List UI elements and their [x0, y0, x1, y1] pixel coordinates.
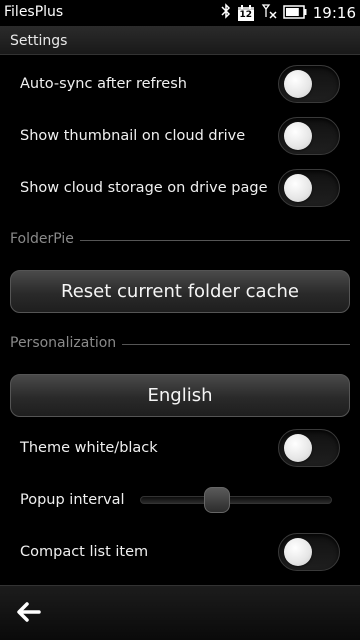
- slider-handle[interactable]: [203, 487, 230, 513]
- toggle-knob: [284, 434, 312, 462]
- theme-toggle[interactable]: [278, 429, 340, 467]
- setting-label: Theme white/black: [20, 440, 158, 456]
- clock: 19:16: [312, 4, 356, 22]
- section-header-folderpie: FolderPie: [10, 229, 350, 249]
- setting-row-compact[interactable]: Compact list item: [0, 527, 360, 577]
- setting-label: Compact list item: [20, 544, 149, 560]
- back-button[interactable]: [8, 596, 48, 632]
- toggle-knob: [284, 122, 312, 150]
- calendar-icon: 12: [237, 4, 255, 22]
- setting-label: Show cloud storage on drive page: [20, 180, 268, 196]
- toggle-knob: [284, 174, 312, 202]
- page-header: Settings: [0, 26, 360, 55]
- section-header-personalization: Personalization: [10, 333, 350, 353]
- compact-toggle[interactable]: [278, 533, 340, 571]
- page-title: Settings: [10, 33, 68, 49]
- bluetooth-icon: [221, 3, 231, 23]
- status-bar: FilesPlus 12 19:16: [0, 0, 360, 26]
- setting-row-thumbnail[interactable]: Show thumbnail on cloud drive: [0, 111, 360, 161]
- setting-label: Auto-sync after refresh: [20, 76, 187, 92]
- toggle-knob: [284, 538, 312, 566]
- battery-icon: [283, 4, 307, 23]
- calendar-day: 12: [239, 10, 253, 20]
- slider-track[interactable]: [140, 496, 332, 504]
- cloud-storage-toggle[interactable]: [278, 169, 340, 207]
- popup-interval-slider[interactable]: [140, 485, 332, 515]
- autosync-toggle[interactable]: [278, 65, 340, 103]
- setting-row-popup-interval: Popup interval: [0, 475, 360, 525]
- setting-label: Show thumbnail on cloud drive: [20, 128, 246, 144]
- no-signal-icon: [261, 3, 277, 23]
- setting-row-autosync[interactable]: Auto-sync after refresh: [0, 59, 360, 109]
- setting-label: Popup interval: [20, 492, 125, 508]
- section-label: FolderPie: [10, 231, 80, 247]
- section-label: Personalization: [10, 335, 123, 351]
- language-button[interactable]: English: [10, 374, 350, 417]
- setting-row-theme[interactable]: Theme white/black: [0, 423, 360, 473]
- thumbnail-toggle[interactable]: [278, 117, 340, 155]
- back-arrow-icon: [15, 601, 41, 627]
- setting-row-cloud-storage[interactable]: Show cloud storage on drive page: [0, 163, 360, 213]
- reset-folder-cache-button[interactable]: Reset current folder cache: [10, 270, 350, 313]
- app-title: FilesPlus: [4, 4, 64, 20]
- bottom-toolbar: [0, 585, 360, 640]
- status-icons: 12 19:16: [221, 2, 356, 24]
- toggle-knob: [284, 70, 312, 98]
- settings-list: Auto-sync after refresh Show thumbnail o…: [0, 55, 360, 585]
